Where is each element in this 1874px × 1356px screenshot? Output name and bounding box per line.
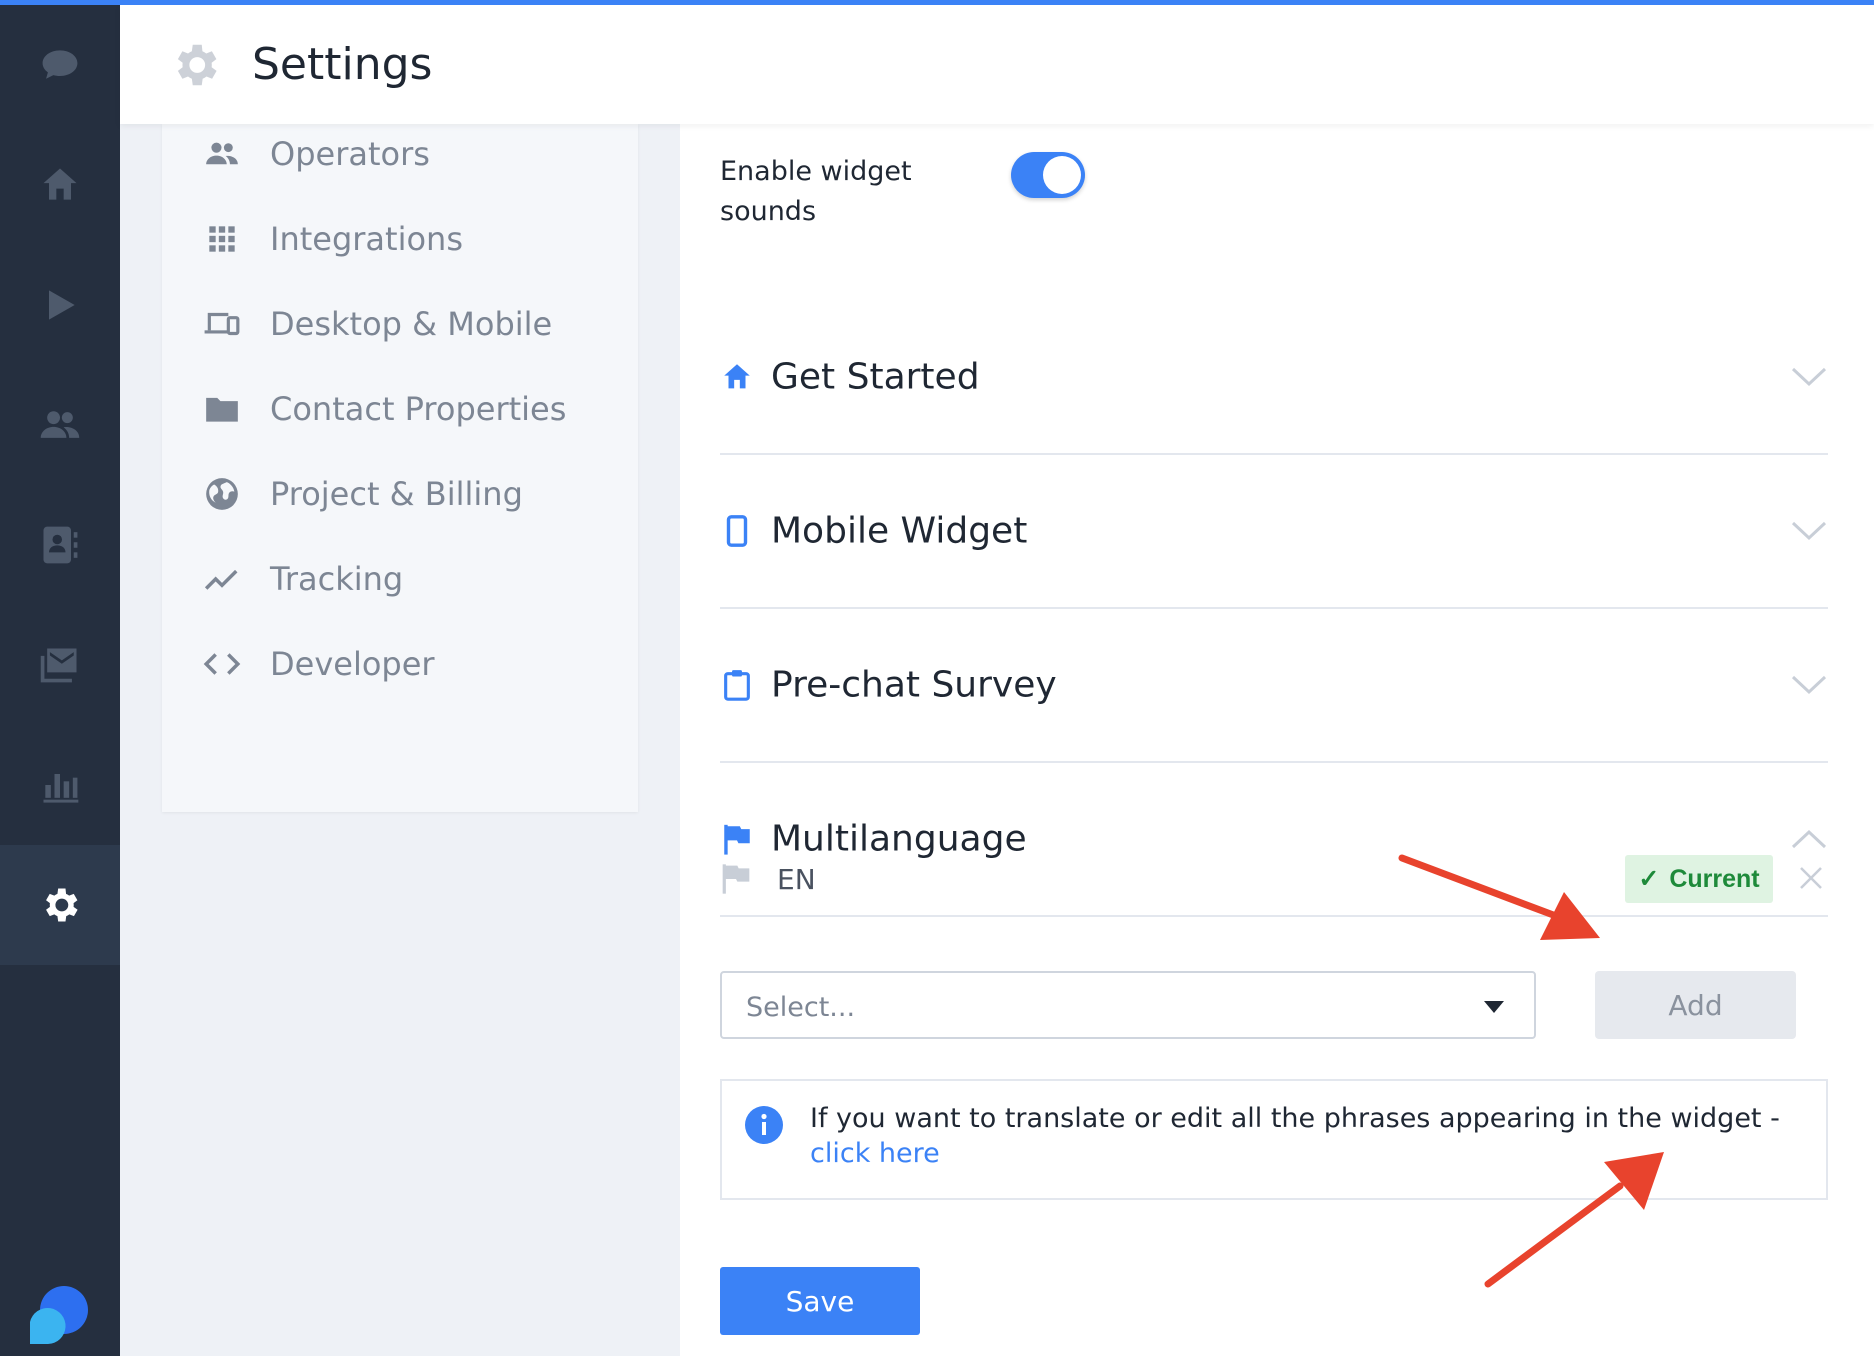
chevron-down-icon[interactable] bbox=[1790, 673, 1828, 697]
annotation-arrow bbox=[1398, 854, 1600, 940]
current-badge: ✓ Current bbox=[1625, 855, 1773, 903]
submenu-item-developer[interactable]: Developer bbox=[162, 624, 638, 704]
submenu-label: Project & Billing bbox=[270, 475, 523, 513]
info-icon bbox=[745, 1106, 783, 1144]
badge-label: Current bbox=[1669, 864, 1760, 893]
rail-home[interactable] bbox=[0, 125, 120, 245]
flag-icon bbox=[722, 864, 750, 894]
people-icon bbox=[202, 134, 242, 174]
globe-icon bbox=[202, 474, 242, 514]
settings-main-panel: Enable widget sounds Get Started Mobile … bbox=[680, 124, 1874, 1356]
submenu-label: Developer bbox=[270, 645, 435, 683]
select-placeholder: Select... bbox=[746, 992, 856, 1023]
section-title: Mobile Widget bbox=[771, 510, 1028, 552]
chat-icon bbox=[42, 50, 78, 79]
language-row: EN ✓ Current bbox=[720, 851, 1828, 911]
gear-icon bbox=[177, 44, 217, 85]
top-accent-line bbox=[0, 0, 1874, 5]
devices-icon bbox=[202, 304, 242, 344]
submenu-label: Desktop & Mobile bbox=[270, 305, 553, 343]
section-mobile-widget[interactable]: Mobile Widget bbox=[720, 455, 1828, 609]
grid-icon bbox=[202, 219, 242, 259]
info-message: If you want to translate or edit all the… bbox=[810, 1103, 1780, 1134]
page-title: Settings bbox=[252, 39, 433, 90]
submenu-label: Operators bbox=[270, 135, 430, 173]
submenu-item-operators[interactable]: Operators bbox=[162, 114, 638, 194]
widget-sounds-toggle[interactable] bbox=[1011, 152, 1085, 198]
rail-play[interactable] bbox=[0, 245, 120, 365]
close-icon[interactable] bbox=[1798, 865, 1824, 891]
submenu-item-integrations[interactable]: Integrations bbox=[162, 199, 638, 279]
brand-logo bbox=[30, 1286, 88, 1344]
analytics-icon bbox=[43, 774, 79, 803]
toggle-label: Enable widget sounds bbox=[720, 156, 912, 227]
users-icon bbox=[40, 411, 80, 438]
chevron-down-icon[interactable] bbox=[1790, 519, 1828, 543]
app-rail bbox=[0, 0, 120, 1356]
section-title: Pre-chat Survey bbox=[771, 664, 1057, 706]
folder-icon bbox=[202, 389, 242, 429]
language-code: EN bbox=[777, 863, 816, 896]
toggle-knob bbox=[1043, 156, 1081, 194]
submenu-label: Tracking bbox=[270, 560, 404, 598]
inbox-icon bbox=[40, 648, 77, 683]
submenu-item-contact-properties[interactable]: Contact Properties bbox=[162, 369, 638, 449]
section-pre-chat-survey[interactable]: Pre-chat Survey bbox=[720, 609, 1828, 763]
submenu-label: Contact Properties bbox=[270, 390, 567, 428]
click-here-link[interactable]: click here bbox=[810, 1138, 940, 1169]
settings-submenu: Operators Integrations Desktop & Mobile … bbox=[162, 124, 638, 812]
submenu-item-desktop-mobile[interactable]: Desktop & Mobile bbox=[162, 284, 638, 364]
phone-icon bbox=[720, 514, 754, 548]
submenu-item-project-billing[interactable]: Project & Billing bbox=[162, 454, 638, 534]
play-icon bbox=[49, 290, 75, 320]
rail-inbox[interactable] bbox=[0, 605, 120, 725]
submenu-label: Integrations bbox=[270, 220, 463, 258]
annotation-arrow bbox=[1484, 1152, 1664, 1288]
submenu-item-tracking[interactable]: Tracking bbox=[162, 539, 638, 619]
clipboard-icon bbox=[720, 668, 754, 702]
contacts-icon bbox=[43, 526, 78, 564]
gear-icon bbox=[46, 888, 78, 922]
language-select[interactable]: Select... bbox=[720, 971, 1536, 1039]
chevron-down-icon[interactable] bbox=[1790, 365, 1828, 389]
add-language-button[interactable]: Add bbox=[1595, 971, 1796, 1039]
rail-contacts[interactable] bbox=[0, 485, 120, 605]
page-header: Settings bbox=[120, 5, 1874, 124]
section-get-started[interactable]: Get Started bbox=[720, 301, 1828, 455]
save-button[interactable]: Save bbox=[720, 1267, 920, 1335]
code-icon bbox=[202, 644, 242, 684]
trend-icon bbox=[202, 559, 242, 599]
rail-settings[interactable] bbox=[0, 845, 120, 965]
check-icon: ✓ bbox=[1638, 865, 1660, 893]
home-icon bbox=[43, 168, 77, 200]
caret-down-icon bbox=[1484, 1001, 1504, 1013]
chevron-up-icon[interactable] bbox=[1790, 827, 1828, 851]
rail-users[interactable] bbox=[0, 365, 120, 485]
rail-analytics[interactable] bbox=[0, 725, 120, 845]
home-icon bbox=[720, 360, 754, 394]
section-title: Get Started bbox=[771, 356, 980, 398]
rail-chat[interactable] bbox=[0, 5, 120, 125]
